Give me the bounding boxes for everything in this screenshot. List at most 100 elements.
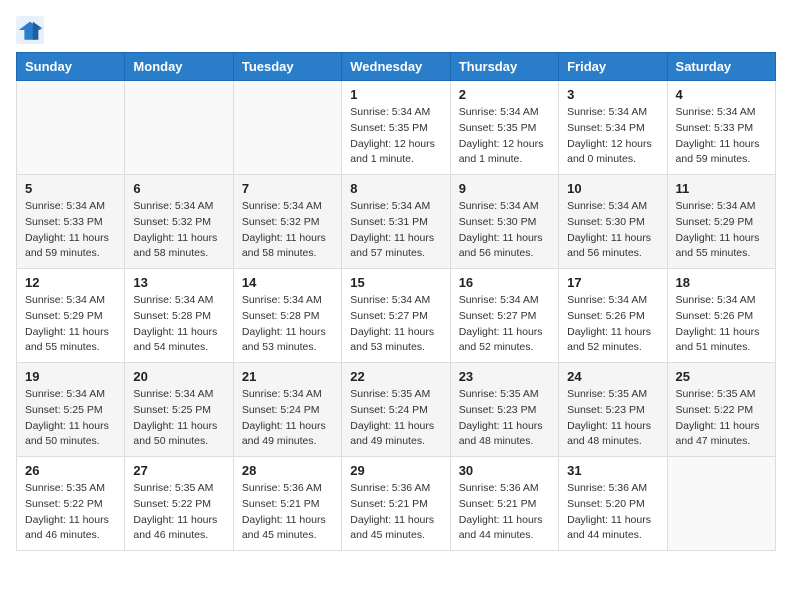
day-info: Sunrise: 5:34 AMSunset: 5:24 PMDaylight:… bbox=[242, 387, 333, 450]
weekday-header-thursday: Thursday bbox=[450, 53, 558, 81]
day-number: 13 bbox=[133, 275, 224, 290]
day-number: 10 bbox=[567, 181, 658, 196]
calendar-cell: 18Sunrise: 5:34 AMSunset: 5:26 PMDayligh… bbox=[667, 269, 775, 363]
day-info: Sunrise: 5:34 AMSunset: 5:34 PMDaylight:… bbox=[567, 105, 658, 168]
calendar-cell bbox=[667, 457, 775, 551]
calendar-header-row: SundayMondayTuesdayWednesdayThursdayFrid… bbox=[17, 53, 776, 81]
calendar-cell: 12 Sunrise: 5:34 AMSunset: 5:29 PMDayligh… bbox=[17, 269, 125, 363]
calendar-week-1: 1Sunrise: 5:34 AMSunset: 5:35 PMDaylight… bbox=[17, 81, 776, 175]
day-number: 25 bbox=[676, 369, 767, 384]
calendar-cell: 10 Sunrise: 5:34 AMSunset: 5:30 PMDayligh… bbox=[559, 175, 667, 269]
day-info: Sunrise: 5:34 AMSunset: 5:27 PMDaylight:… bbox=[459, 293, 550, 356]
calendar-cell: 20 Sunrise: 5:34 AMSunset: 5:25 PMDayligh… bbox=[125, 363, 233, 457]
logo bbox=[16, 16, 48, 44]
calendar-cell: 30Sunrise: 5:36 AMSunset: 5:21 PMDayligh… bbox=[450, 457, 558, 551]
day-number: 28 bbox=[242, 463, 333, 478]
day-info: Sunrise: 5:34 AMSunset: 5:30 PMDaylight:… bbox=[567, 199, 658, 262]
day-number: 29 bbox=[350, 463, 441, 478]
day-info: Sunrise: 5:35 AMSunset: 5:23 PMDaylight:… bbox=[567, 387, 658, 450]
day-number: 4 bbox=[676, 87, 767, 102]
logo-icon bbox=[16, 16, 44, 44]
weekday-header-wednesday: Wednesday bbox=[342, 53, 450, 81]
day-number: 9 bbox=[459, 181, 550, 196]
weekday-header-saturday: Saturday bbox=[667, 53, 775, 81]
day-number: 16 bbox=[459, 275, 550, 290]
day-number: 18 bbox=[676, 275, 767, 290]
day-number: 12 bbox=[25, 275, 116, 290]
calendar-cell: 25 Sunrise: 5:35 AMSunset: 5:22 PMDayligh… bbox=[667, 363, 775, 457]
day-info: Sunrise: 5:35 AMSunset: 5:22 PMDaylight:… bbox=[676, 387, 767, 450]
calendar-cell: 17 Sunrise: 5:34 AMSunset: 5:26 PMDayligh… bbox=[559, 269, 667, 363]
calendar-cell: 14 Sunrise: 5:34 AMSunset: 5:28 PMDayligh… bbox=[233, 269, 341, 363]
day-info: Sunrise: 5:35 AMSunset: 5:24 PMDaylight:… bbox=[350, 387, 441, 450]
day-number: 17 bbox=[567, 275, 658, 290]
day-number: 20 bbox=[133, 369, 224, 384]
day-info: Sunrise: 5:34 AMSunset: 5:33 PMDaylight:… bbox=[25, 199, 116, 262]
day-info: Sunrise: 5:34 AMSunset: 5:28 PMDaylight:… bbox=[242, 293, 333, 356]
day-number: 24 bbox=[567, 369, 658, 384]
calendar-cell: 15 Sunrise: 5:34 AMSunset: 5:27 PMDayligh… bbox=[342, 269, 450, 363]
weekday-header-tuesday: Tuesday bbox=[233, 53, 341, 81]
day-info: Sunrise: 5:34 AMSunset: 5:30 PMDaylight:… bbox=[459, 199, 550, 262]
calendar-cell: 7 Sunrise: 5:34 AMSunset: 5:32 PMDaylight… bbox=[233, 175, 341, 269]
calendar-cell: 4 Sunrise: 5:34 AMSunset: 5:33 PMDaylight… bbox=[667, 81, 775, 175]
day-number: 19 bbox=[25, 369, 116, 384]
calendar-cell: 24 Sunrise: 5:35 AMSunset: 5:23 PMDayligh… bbox=[559, 363, 667, 457]
day-number: 21 bbox=[242, 369, 333, 384]
day-info: Sunrise: 5:35 AMSunset: 5:22 PMDaylight:… bbox=[133, 481, 224, 544]
calendar-cell: 6 Sunrise: 5:34 AMSunset: 5:32 PMDaylight… bbox=[125, 175, 233, 269]
calendar-cell: 1Sunrise: 5:34 AMSunset: 5:35 PMDaylight… bbox=[342, 81, 450, 175]
day-number: 6 bbox=[133, 181, 224, 196]
day-number: 26 bbox=[25, 463, 116, 478]
calendar-cell bbox=[233, 81, 341, 175]
calendar-week-4: 19 Sunrise: 5:34 AMSunset: 5:25 PMDayligh… bbox=[17, 363, 776, 457]
day-number: 3 bbox=[567, 87, 658, 102]
day-number: 22 bbox=[350, 369, 441, 384]
day-info: Sunrise: 5:34 AMSunset: 5:32 PMDaylight:… bbox=[242, 199, 333, 262]
calendar-cell: 31Sunrise: 5:36 AMSunset: 5:20 PMDayligh… bbox=[559, 457, 667, 551]
calendar-cell: 22 Sunrise: 5:35 AMSunset: 5:24 PMDayligh… bbox=[342, 363, 450, 457]
day-info: Sunrise: 5:34 AMSunset: 5:32 PMDaylight:… bbox=[133, 199, 224, 262]
page-header bbox=[16, 16, 776, 44]
day-info: Sunrise: 5:36 AMSunset: 5:21 PMDaylight:… bbox=[459, 481, 550, 544]
day-info: Sunrise: 5:34 AMSunset: 5:25 PMDaylight:… bbox=[133, 387, 224, 450]
calendar-week-3: 12 Sunrise: 5:34 AMSunset: 5:29 PMDayligh… bbox=[17, 269, 776, 363]
calendar-cell: 16 Sunrise: 5:34 AMSunset: 5:27 PMDayligh… bbox=[450, 269, 558, 363]
calendar-week-2: 5 Sunrise: 5:34 AMSunset: 5:33 PMDaylight… bbox=[17, 175, 776, 269]
calendar-table: SundayMondayTuesdayWednesdayThursdayFrid… bbox=[16, 52, 776, 551]
calendar-cell: 5 Sunrise: 5:34 AMSunset: 5:33 PMDaylight… bbox=[17, 175, 125, 269]
day-number: 7 bbox=[242, 181, 333, 196]
calendar-cell bbox=[17, 81, 125, 175]
day-number: 15 bbox=[350, 275, 441, 290]
calendar-cell: 26 Sunrise: 5:35 AMSunset: 5:22 PMDayligh… bbox=[17, 457, 125, 551]
calendar-cell: 13 Sunrise: 5:34 AMSunset: 5:28 PMDayligh… bbox=[125, 269, 233, 363]
calendar-cell: 3 Sunrise: 5:34 AMSunset: 5:34 PMDaylight… bbox=[559, 81, 667, 175]
day-info: Sunrise: 5:34 AMSunset: 5:35 PMDaylight:… bbox=[459, 105, 550, 168]
calendar-cell: 27 Sunrise: 5:35 AMSunset: 5:22 PMDayligh… bbox=[125, 457, 233, 551]
calendar-cell: 28 Sunrise: 5:36 AMSunset: 5:21 PMDayligh… bbox=[233, 457, 341, 551]
calendar-body: 1Sunrise: 5:34 AMSunset: 5:35 PMDaylight… bbox=[17, 81, 776, 551]
day-info: Sunrise: 5:34 AMSunset: 5:27 PMDaylight:… bbox=[350, 293, 441, 356]
day-info: Sunrise: 5:34 AMSunset: 5:29 PMDaylight:… bbox=[25, 293, 116, 356]
calendar-cell: 21 Sunrise: 5:34 AMSunset: 5:24 PMDayligh… bbox=[233, 363, 341, 457]
day-info: Sunrise: 5:36 AMSunset: 5:21 PMDaylight:… bbox=[350, 481, 441, 544]
calendar-cell: 11Sunrise: 5:34 AMSunset: 5:29 PMDayligh… bbox=[667, 175, 775, 269]
calendar-cell bbox=[125, 81, 233, 175]
calendar-cell: 9 Sunrise: 5:34 AMSunset: 5:30 PMDaylight… bbox=[450, 175, 558, 269]
day-info: Sunrise: 5:34 AMSunset: 5:28 PMDaylight:… bbox=[133, 293, 224, 356]
calendar-cell: 29 Sunrise: 5:36 AMSunset: 5:21 PMDayligh… bbox=[342, 457, 450, 551]
day-info: Sunrise: 5:34 AMSunset: 5:25 PMDaylight:… bbox=[25, 387, 116, 450]
weekday-header-friday: Friday bbox=[559, 53, 667, 81]
day-number: 27 bbox=[133, 463, 224, 478]
day-info: Sunrise: 5:34 AMSunset: 5:26 PMDaylight:… bbox=[567, 293, 658, 356]
day-number: 31 bbox=[567, 463, 658, 478]
day-info: Sunrise: 5:34 AMSunset: 5:35 PMDaylight:… bbox=[350, 105, 441, 168]
day-info: Sunrise: 5:34 AMSunset: 5:33 PMDaylight:… bbox=[676, 105, 767, 168]
day-info: Sunrise: 5:36 AMSunset: 5:21 PMDaylight:… bbox=[242, 481, 333, 544]
calendar-cell: 2Sunrise: 5:34 AMSunset: 5:35 PMDaylight… bbox=[450, 81, 558, 175]
calendar-cell: 23Sunrise: 5:35 AMSunset: 5:23 PMDayligh… bbox=[450, 363, 558, 457]
day-number: 5 bbox=[25, 181, 116, 196]
day-number: 14 bbox=[242, 275, 333, 290]
day-number: 23 bbox=[459, 369, 550, 384]
day-info: Sunrise: 5:35 AMSunset: 5:22 PMDaylight:… bbox=[25, 481, 116, 544]
